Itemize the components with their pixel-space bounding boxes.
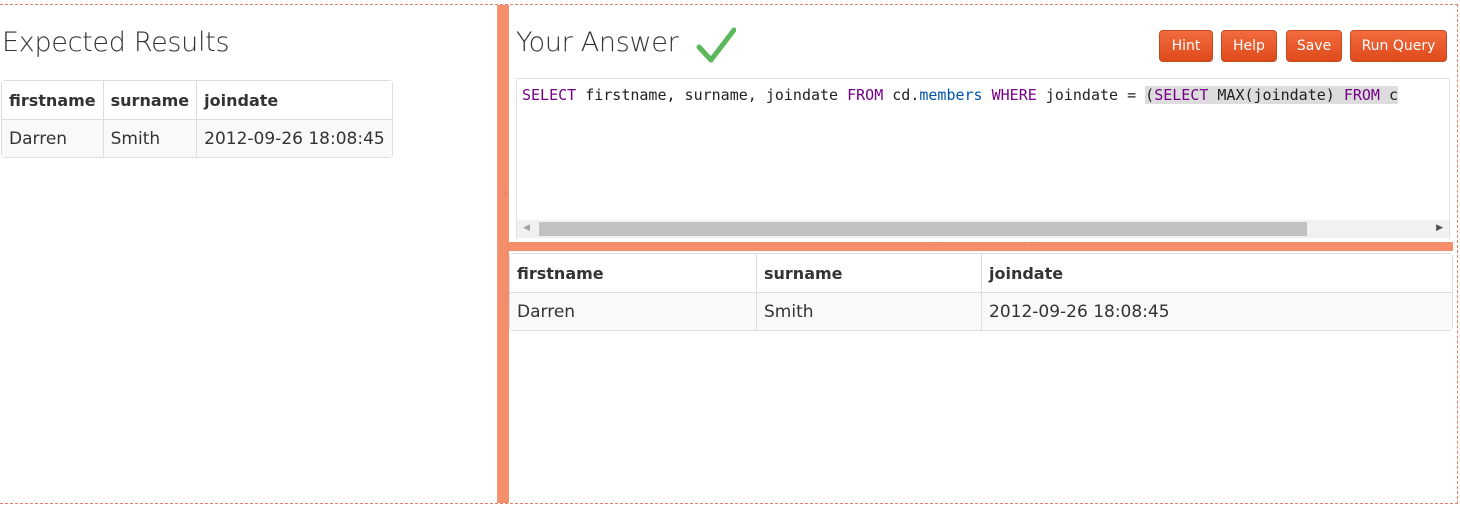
sql-text: cd. xyxy=(883,86,920,104)
table-cell: 2012-09-26 18:08:45 xyxy=(196,119,392,157)
expected-results-title: Expected Results xyxy=(2,27,230,58)
hint-button[interactable]: Hint xyxy=(1159,30,1213,62)
sql-text: firstname, surname, joindate xyxy=(576,86,848,104)
check-icon xyxy=(696,27,736,63)
splitter-grip-icon: ··· xyxy=(931,241,942,250)
column-header: firstname xyxy=(2,81,103,119)
editor-horizontal-scrollbar[interactable]: ◀ ▶ xyxy=(516,220,1449,238)
scroll-right-icon[interactable]: ▶ xyxy=(1436,223,1443,233)
column-header: firstname xyxy=(510,254,756,292)
your-answer-title: Your Answer xyxy=(516,27,679,58)
splitter-grip-icon: ⋮ xyxy=(502,188,510,197)
column-header: surname xyxy=(102,81,197,119)
column-header: joindate xyxy=(981,254,1452,292)
table-row: Darren Smith 2012-09-26 18:08:45 xyxy=(2,119,392,157)
sql-editor[interactable]: SELECT firstname, surname, joindate FROM… xyxy=(516,78,1450,239)
sql-keyword: SELECT xyxy=(1154,86,1209,104)
sql-table-name: members xyxy=(919,86,983,104)
sql-text: c xyxy=(1379,86,1399,104)
your-answer-pane: Your Answer Hint Help Save Run Query SEL… xyxy=(508,5,1458,503)
table-cell: Smith xyxy=(102,119,197,157)
sql-keyword: FROM xyxy=(847,86,884,104)
column-header: joindate xyxy=(196,81,392,119)
column-header: surname xyxy=(756,254,981,292)
sql-keyword: SELECT xyxy=(522,86,577,104)
sql-selection: (SELECT MAX(joindate) FROM c xyxy=(1145,86,1399,104)
answer-results-table: firstname surname joindate Darren Smith … xyxy=(509,253,1453,331)
table-cell: Darren xyxy=(2,119,103,157)
splitter-grip-icon: ··· xyxy=(1030,241,1041,250)
scroll-left-icon[interactable]: ◀ xyxy=(523,223,530,233)
expected-results-pane: Expected Results firstname surname joind… xyxy=(0,5,497,503)
horizontal-splitter[interactable]: ··· ··· xyxy=(508,241,1453,251)
table-cell: Smith xyxy=(756,292,981,330)
sql-text: ( xyxy=(1145,86,1155,104)
help-button[interactable]: Help xyxy=(1221,30,1277,62)
run-query-button[interactable]: Run Query xyxy=(1350,30,1447,62)
sql-keyword: FROM xyxy=(1343,86,1380,104)
expected-results-table: firstname surname joindate Darren Smith … xyxy=(1,80,393,158)
table-header-row: firstname surname joindate xyxy=(510,254,1452,292)
sql-query-line[interactable]: SELECT firstname, surname, joindate FROM… xyxy=(522,86,1399,104)
save-button[interactable]: Save xyxy=(1286,30,1342,62)
sql-text: joindate = xyxy=(1036,86,1146,104)
table-row: Darren Smith 2012-09-26 18:08:45 xyxy=(510,292,1452,330)
sql-text: MAX(joindate) xyxy=(1208,86,1344,104)
table-header-row: firstname surname joindate xyxy=(2,81,392,119)
splitter-grip-icon: ⋮ xyxy=(502,290,510,299)
table-cell: Darren xyxy=(510,292,756,330)
sql-keyword: WHERE xyxy=(991,86,1037,104)
scrollbar-thumb[interactable] xyxy=(539,222,1307,236)
table-cell: 2012-09-26 18:08:45 xyxy=(981,292,1452,330)
